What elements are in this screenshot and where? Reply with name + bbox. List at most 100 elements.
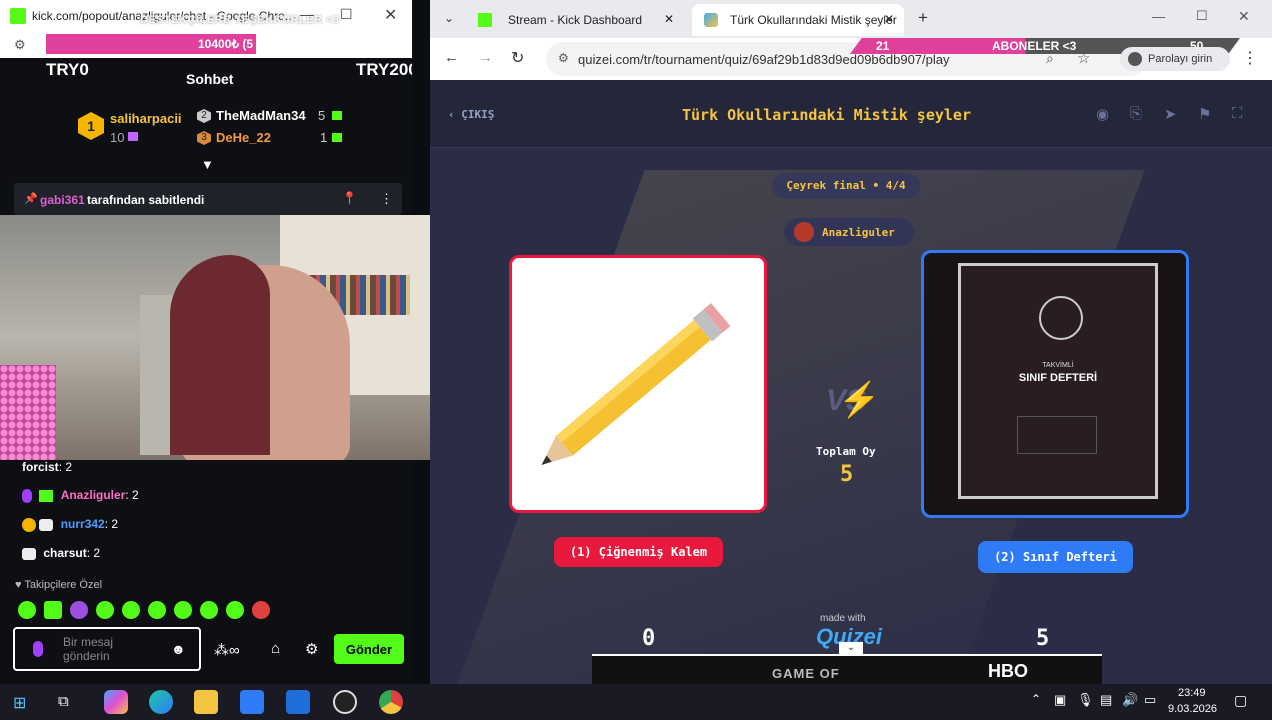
- supporter-3-name[interactable]: DeHe_22: [216, 130, 271, 145]
- ad-collapse-icon[interactable]: ⌄: [839, 642, 863, 656]
- tray-chevron-icon[interactable]: ⌃: [1031, 692, 1041, 706]
- back-icon[interactable]: ←: [444, 49, 459, 66]
- mic-badge-icon: [22, 488, 32, 503]
- obs-icon[interactable]: [333, 690, 357, 714]
- close-window-icon[interactable]: ✕: [1238, 8, 1250, 25]
- store-icon[interactable]: ⌂: [271, 640, 280, 657]
- chat-username[interactable]: forcist: [22, 460, 59, 474]
- tab-list-chevron-icon[interactable]: ⌄: [444, 11, 454, 25]
- followers-only-notice: ♥ Takipçilere Özel: [15, 579, 102, 591]
- close-icon[interactable]: ✕: [384, 5, 397, 25]
- chat-input-box[interactable]: Bir mesaj gönderin ☻: [13, 627, 201, 671]
- tray-mic-icon[interactable]: 🎙: [1077, 692, 1094, 708]
- notebook-line2: SINIF DEFTERİ: [1018, 372, 1098, 384]
- send-icon[interactable]: ➤: [1164, 105, 1177, 123]
- tray-volume-icon[interactable]: 🔊: [1122, 692, 1138, 708]
- chat-text: : 2: [86, 546, 101, 560]
- emote-icon[interactable]: [70, 601, 88, 619]
- kicks-icon[interactable]: ⁂∞: [214, 641, 240, 659]
- quiz-header: ‹ ÇIKIŞ Türk Okullarındaki Mistik şeyler…: [430, 80, 1272, 148]
- tab-quiz[interactable]: Türk Okullarındaki Mistik şeyler ✕: [692, 4, 904, 36]
- close-tab-icon[interactable]: ✕: [664, 12, 674, 26]
- supporter-1-name[interactable]: saliharpacii: [110, 111, 182, 126]
- search-icon[interactable]: ⌕: [1046, 50, 1054, 67]
- quiz-title: Türk Okullarındaki Mistik şeyler: [682, 106, 971, 124]
- tray-device-icon[interactable]: ▣: [1054, 692, 1066, 708]
- kick-logo-icon: [478, 13, 492, 27]
- emote-icon[interactable]: [148, 601, 166, 619]
- mic-icon[interactable]: [33, 641, 43, 657]
- profile-button[interactable]: Parolayı girin: [1120, 47, 1230, 71]
- emote-icon[interactable]: [200, 601, 218, 619]
- maximize-icon[interactable]: ☐: [1196, 8, 1208, 24]
- close-tab-icon[interactable]: ✕: [884, 12, 894, 26]
- quizei-favicon-icon: [704, 13, 718, 27]
- copilot-icon[interactable]: [104, 690, 128, 714]
- option-2-label[interactable]: (2) Sınıf Defteri: [978, 541, 1133, 573]
- task-view-icon[interactable]: ⧉: [58, 693, 69, 710]
- pinned-user[interactable]: gabi361: [40, 193, 85, 207]
- site-settings-icon[interactable]: ⚙: [14, 37, 26, 53]
- emote-icon[interactable]: [44, 601, 62, 619]
- flag-icon[interactable]: ⚑: [1198, 105, 1211, 123]
- windows-start-icon[interactable]: ⊞: [13, 693, 26, 713]
- chat-username[interactable]: charsut: [43, 546, 86, 560]
- window-titlebar[interactable]: kick.com/popout/anazliguler/chat - Googl…: [0, 0, 412, 32]
- creator-chip[interactable]: Anazliguler: [784, 218, 914, 246]
- chat-username[interactable]: nurr342: [61, 517, 105, 531]
- eye-icon[interactable]: ◉: [1096, 105, 1109, 123]
- emoji-icon[interactable]: ☻: [171, 641, 186, 657]
- menu-icon[interactable]: ⋮: [1242, 48, 1258, 68]
- option-1-card[interactable]: [509, 255, 767, 513]
- file-explorer-icon[interactable]: [194, 690, 218, 714]
- pink-lamp: [0, 365, 56, 460]
- outlook-icon[interactable]: [286, 690, 310, 714]
- kick-logo-icon: [10, 8, 26, 24]
- bookmark-star-icon[interactable]: ☆: [1077, 49, 1090, 67]
- chat-message: forcist: 2: [22, 460, 72, 474]
- clock-time[interactable]: 23:49: [1178, 687, 1206, 699]
- taskbar: ⊞ ⧉ ⌃ ▣ 🎙 ▤ 🔊 ▭ 23:49 9.03.2026 ▢: [0, 684, 1272, 720]
- exit-link[interactable]: ‹ ÇIKIŞ: [448, 108, 494, 121]
- share-icon[interactable]: ⎘: [1130, 105, 1142, 122]
- emote-icon[interactable]: [226, 601, 244, 619]
- chat-messages: forcist: 2 Anazliguler: 2 nurr342: 2 cha…: [0, 460, 412, 625]
- option-1-votes: 0: [642, 626, 656, 651]
- tray-battery-icon[interactable]: ▭: [1144, 692, 1156, 708]
- ad-banner[interactable]: GAME OF HBO ⌄: [592, 642, 1102, 684]
- emote-icon[interactable]: [174, 601, 192, 619]
- emote-icon[interactable]: [96, 601, 114, 619]
- store-icon[interactable]: [240, 690, 264, 714]
- maximize-icon[interactable]: ☐: [340, 6, 353, 23]
- site-info-icon[interactable]: ⚙: [558, 51, 569, 65]
- new-tab-icon[interactable]: +: [918, 8, 928, 28]
- forward-icon[interactable]: →: [478, 49, 493, 66]
- notifications-icon[interactable]: ▢: [1234, 692, 1247, 709]
- emote-icon[interactable]: [122, 601, 140, 619]
- expand-chevron-icon[interactable]: ▼: [201, 157, 214, 172]
- rank-3: 3: [201, 132, 207, 143]
- edge-icon[interactable]: [149, 690, 173, 714]
- supporter-2-name[interactable]: TheMadMan34: [216, 108, 306, 123]
- fullscreen-icon[interactable]: ⛶: [1232, 105, 1243, 122]
- option-2-card[interactable]: TAKVİMLİ SINIF DEFTERİ: [921, 250, 1189, 518]
- gold-medal-icon: 1: [78, 112, 104, 140]
- emote-icon[interactable]: [252, 601, 270, 619]
- chrome-icon[interactable]: [379, 690, 403, 714]
- reload-icon[interactable]: ↻: [511, 48, 524, 68]
- chat-username[interactable]: Anazliguler: [61, 488, 126, 502]
- tab-kick-dashboard[interactable]: Stream - Kick Dashboard ✕: [466, 4, 688, 36]
- clock-date[interactable]: 9.03.2026: [1168, 703, 1217, 715]
- settings-icon[interactable]: ⚙: [305, 640, 318, 658]
- chat-input-placeholder[interactable]: Bir mesaj gönderin: [63, 635, 133, 663]
- minimize-icon[interactable]: —: [300, 6, 314, 22]
- pinned-message[interactable]: 📌 gabi361 tarafından sabitlendi 📍 ⋮: [14, 183, 402, 215]
- more-options-icon[interactable]: ⋮: [380, 191, 393, 207]
- option-1-label[interactable]: (1) Çiğnenmiş Kalem: [554, 537, 723, 567]
- tray-wifi-icon[interactable]: ▤: [1100, 692, 1112, 708]
- send-button[interactable]: Gönder: [334, 634, 404, 664]
- minimize-icon[interactable]: —: [1152, 9, 1165, 24]
- rank-1: 1: [87, 118, 95, 134]
- emote-icon[interactable]: [18, 601, 36, 619]
- unpin-icon[interactable]: 📍: [342, 191, 357, 205]
